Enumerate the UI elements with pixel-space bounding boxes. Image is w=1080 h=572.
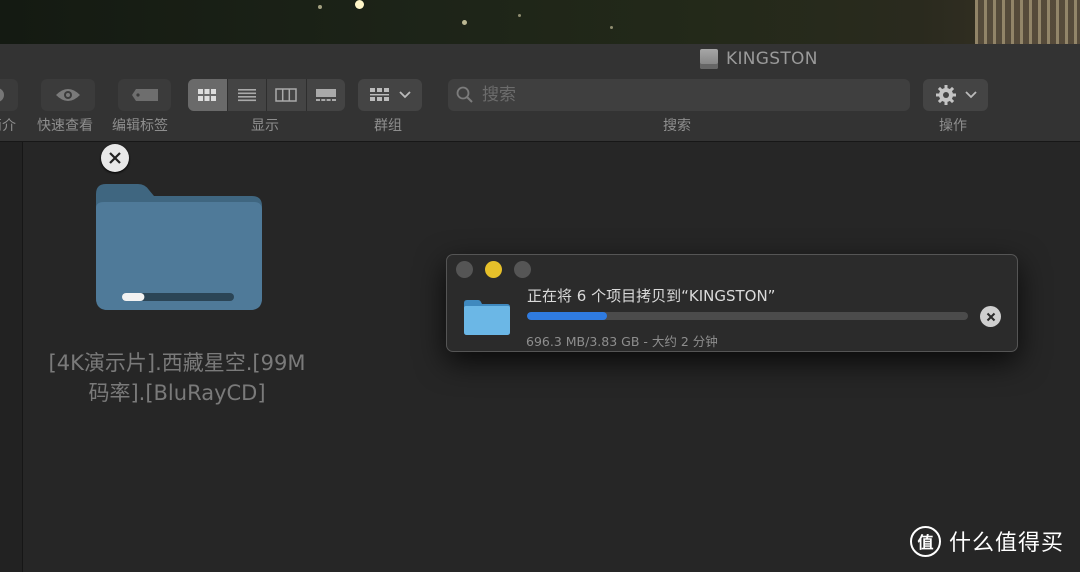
info-label: 简介 <box>0 118 16 134</box>
action-label: 操作 <box>939 118 967 134</box>
search-icon <box>456 86 473 103</box>
folder-icon <box>464 300 510 335</box>
folder-name-line-1: [4K演示片].西藏星空.[99M <box>48 351 306 375</box>
wallpaper-light <box>318 5 322 9</box>
quicklook-button[interactable] <box>41 79 95 111</box>
toolbar: 简介 快速查看 编辑标签 <box>0 74 1080 142</box>
cancel-copy-button[interactable] <box>101 144 129 172</box>
grid-icon <box>198 89 217 101</box>
wallpaper-light <box>462 20 467 25</box>
copy-progress-fill <box>527 312 608 320</box>
wallpaper-light <box>355 0 364 9</box>
watermark: 值 什么值得买 <box>910 525 1064 557</box>
info-button[interactable] <box>0 79 18 111</box>
folder-name: [4K演示片].西藏星空.[99M 码率].[BluRayCD] <box>30 348 324 408</box>
view-gallery-button[interactable] <box>307 79 346 111</box>
view-label: 显示 <box>251 118 279 134</box>
view-icons-button[interactable] <box>188 79 228 111</box>
chevron-down-icon <box>964 91 977 99</box>
tag-icon <box>131 89 158 101</box>
search-label: 搜索 <box>663 118 691 134</box>
drive-icon <box>700 49 718 69</box>
group-icon <box>370 88 389 101</box>
copy-progress-bar <box>527 312 968 320</box>
copy-progress-dialog: 正在将 6 个项目拷贝到“KINGSTON” 696.3 MB/3.83 GB … <box>446 254 1018 352</box>
edit-tags-button[interactable] <box>118 79 171 111</box>
stop-copy-button[interactable] <box>980 306 1001 327</box>
columns-icon <box>275 88 297 102</box>
title-bar: KINGSTON <box>0 44 1080 74</box>
minimize-window-button[interactable] <box>485 261 502 278</box>
eye-icon <box>56 89 80 101</box>
quicklook-label: 快速查看 <box>37 118 93 134</box>
folder-icon[interactable] <box>96 180 262 312</box>
gallery-icon <box>315 89 336 101</box>
view-columns-button[interactable] <box>267 79 307 111</box>
close-icon <box>986 312 995 321</box>
sidebar <box>0 142 23 572</box>
edit-tags-label: 编辑标签 <box>112 118 168 134</box>
close-icon <box>109 152 121 164</box>
watermark-logo: 值 <box>910 525 941 557</box>
gear-icon <box>935 85 956 105</box>
finder-window: KINGSTON 简介 快速查看 编辑标签 <box>0 44 1080 572</box>
group-button[interactable] <box>358 79 422 111</box>
folder-progress-fill <box>122 293 145 301</box>
search-input[interactable] <box>480 84 904 106</box>
list-icon <box>237 89 256 102</box>
group-label: 群组 <box>374 118 402 134</box>
wallpaper-light <box>610 26 613 29</box>
wallpaper-light <box>518 14 521 17</box>
close-window-button[interactable] <box>456 261 473 278</box>
folder-name-line-2: 码率].[BluRayCD] <box>88 381 266 405</box>
desktop-wallpaper <box>0 0 1080 44</box>
view-segmented-control <box>188 79 345 111</box>
copy-dialog-status: 696.3 MB/3.83 GB - 大约 2 分钟 <box>526 334 718 349</box>
action-button[interactable] <box>923 79 988 111</box>
info-icon <box>0 88 4 102</box>
view-list-button[interactable] <box>228 79 267 111</box>
watermark-text: 什么值得买 <box>949 531 1065 556</box>
search-field[interactable] <box>448 79 910 111</box>
window-title-text: KINGSTON <box>726 49 818 69</box>
chevron-down-icon <box>399 91 411 99</box>
zoom-window-button[interactable] <box>514 261 531 278</box>
wallpaper-building <box>975 0 1080 44</box>
window-title: KINGSTON <box>700 49 818 69</box>
copy-dialog-title: 正在将 6 个项目拷贝到“KINGSTON” <box>527 287 776 305</box>
